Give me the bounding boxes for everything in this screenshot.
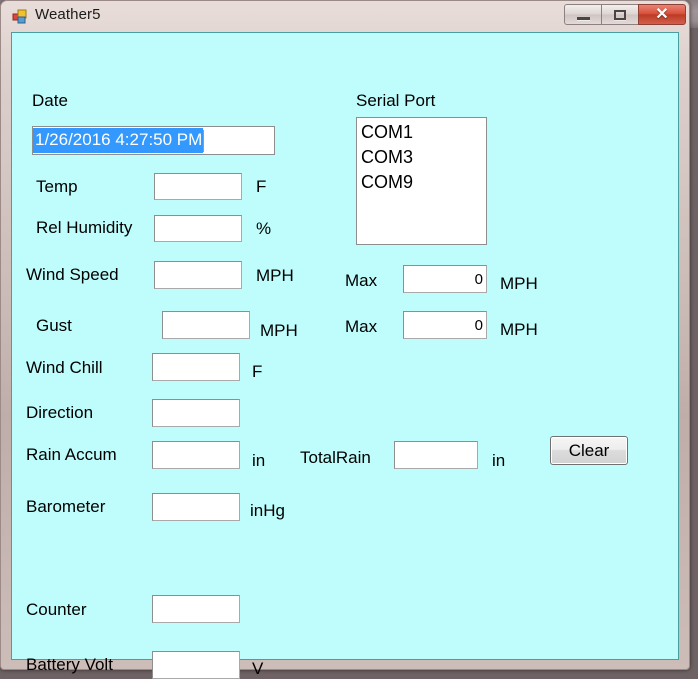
max-wind-speed-unit: MPH [500,274,538,293]
barometer-unit: inHg [250,501,285,520]
rain-accum-input[interactable] [152,441,240,469]
gust-label: Gust [36,316,72,335]
close-icon: ✕ [655,5,669,23]
max-wind-speed-label: Max [345,271,378,290]
list-item[interactable]: COM1 [357,120,486,145]
date-textbox[interactable]: 1/26/2016 4:27:50 PM [32,126,275,155]
rel-humidity-unit: % [256,219,272,238]
total-rain-unit: in [492,451,506,470]
title-bar[interactable]: Weather5 ✕ [1,1,689,31]
minimize-button[interactable] [564,4,602,25]
rel-humidity-input[interactable] [154,215,242,242]
battery-volt-input[interactable] [152,651,240,679]
date-value: 1/26/2016 4:27:50 PM [33,128,204,153]
direction-input[interactable] [152,399,240,427]
rain-accum-unit: in [252,451,266,470]
serial-port-label: Serial Port [356,91,436,110]
window-title: Weather5 [35,6,101,23]
barometer-label: Barometer [26,497,106,516]
date-label: Date [32,91,68,110]
maximize-icon [614,9,626,20]
list-item[interactable]: COM3 [357,145,486,170]
minimize-icon [576,16,590,20]
counter-label: Counter [26,600,87,619]
max-gust-input[interactable] [403,311,487,339]
battery-volt-unit: V [252,659,264,678]
battery-volt-label: Battery Volt [26,655,113,674]
wind-chill-label: Wind Chill [26,358,103,377]
weather-app-window: Weather5 ✕ Date 1/26/2016 4:27:50 PM Ser… [0,0,690,679]
wind-speed-label: Wind Speed [26,265,119,284]
close-button[interactable]: ✕ [638,4,686,25]
temp-label: Temp [36,177,78,196]
list-item[interactable]: COM9 [357,170,486,195]
max-gust-label: Max [345,317,378,336]
barometer-input[interactable] [152,493,240,521]
wind-chill-unit: F [252,362,263,381]
wind-speed-unit: MPH [256,266,294,285]
temp-unit: F [256,177,267,196]
max-gust-unit: MPH [500,320,538,339]
total-rain-input[interactable] [394,441,478,469]
clear-button[interactable]: Clear [550,436,628,465]
rel-humidity-label: Rel Humidity [36,218,133,237]
serial-port-listbox[interactable]: COM1 COM3 COM9 [356,117,487,245]
total-rain-label: TotalRain [300,448,371,467]
gust-input[interactable] [162,311,250,339]
counter-input[interactable] [152,595,240,623]
visual-studio-project-icon [12,9,27,24]
temp-input[interactable] [154,173,242,200]
wind-speed-input[interactable] [154,261,242,289]
text-caret [203,129,205,152]
max-wind-speed-input[interactable] [403,265,487,293]
gust-unit: MPH [260,321,298,340]
wind-chill-input[interactable] [152,353,240,381]
maximize-button[interactable] [601,4,639,25]
form-client-area: Date 1/26/2016 4:27:50 PM Serial Port CO… [11,32,679,679]
direction-label: Direction [26,403,94,422]
rain-accum-label: Rain Accum [26,445,117,464]
